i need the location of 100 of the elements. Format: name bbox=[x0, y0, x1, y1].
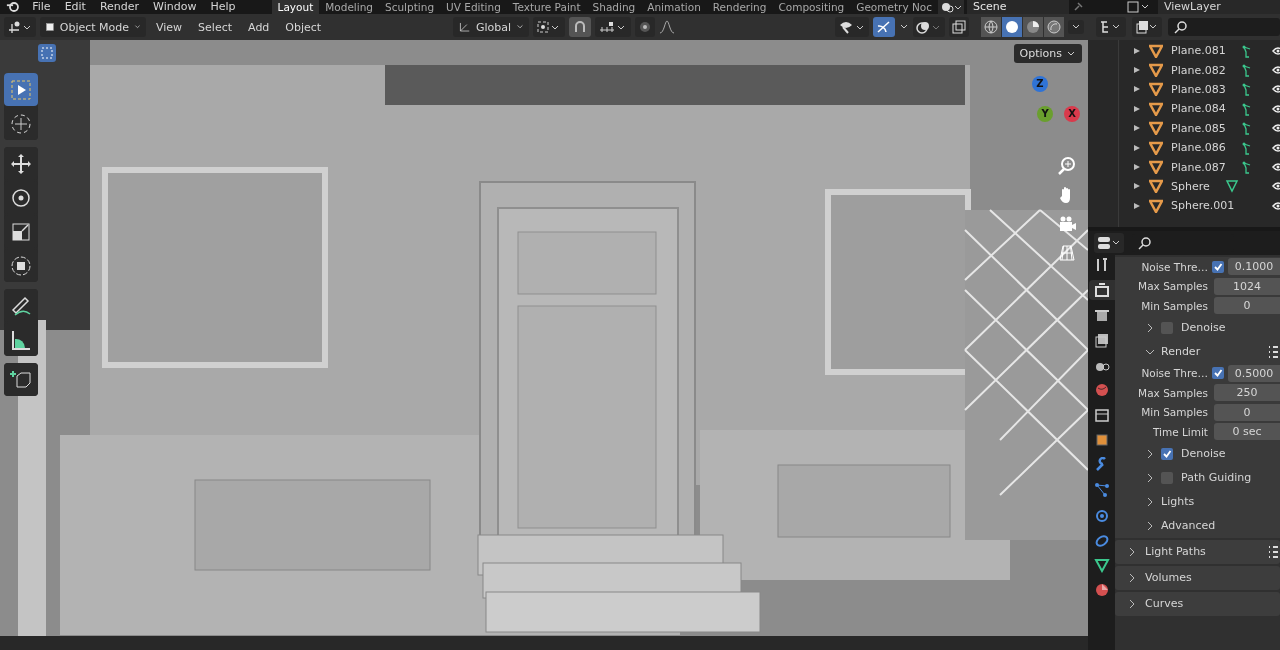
number-field[interactable]: 0 sec bbox=[1214, 423, 1280, 441]
eye-icon[interactable] bbox=[1272, 142, 1280, 153]
outliner-item[interactable]: Plane.081 bbox=[1171, 44, 1233, 58]
eye-icon[interactable] bbox=[1272, 45, 1280, 56]
outliner-item[interactable]: Plane.084 bbox=[1171, 102, 1233, 116]
number-field[interactable]: 250 bbox=[1214, 384, 1280, 402]
expand-chevron-icon[interactable] bbox=[1127, 598, 1137, 609]
number-field[interactable]: 1024 bbox=[1214, 277, 1280, 295]
pin-icon[interactable] bbox=[1072, 1, 1084, 13]
wireframe-shading-button[interactable] bbox=[981, 17, 1001, 37]
outliner-item[interactable]: Plane.085 bbox=[1171, 121, 1233, 135]
panel-title[interactable]: Volumes bbox=[1145, 571, 1192, 584]
workspace-tab[interactable]: Sculpting bbox=[379, 0, 441, 14]
snap-target-button[interactable] bbox=[595, 17, 632, 37]
gizmo-toggle[interactable] bbox=[873, 17, 895, 37]
outliner-item[interactable]: Sphere bbox=[1171, 179, 1233, 193]
eye-icon[interactable] bbox=[1272, 181, 1280, 192]
number-field[interactable]: 0.1000 bbox=[1228, 258, 1280, 276]
checkbox[interactable] bbox=[1161, 447, 1173, 460]
expand-arrow-icon[interactable] bbox=[1133, 201, 1141, 210]
expand-chevron-icon[interactable] bbox=[1145, 448, 1155, 459]
expand-arrow-icon[interactable] bbox=[1133, 46, 1141, 55]
expand-arrow-icon[interactable] bbox=[1133, 143, 1141, 152]
expand-arrow-icon[interactable] bbox=[1133, 104, 1141, 113]
panel-title[interactable]: Advanced bbox=[1161, 519, 1216, 532]
expand-chevron-icon[interactable] bbox=[1127, 572, 1137, 583]
material-shading-button[interactable] bbox=[1023, 17, 1043, 37]
expand-chevron-icon[interactable] bbox=[1145, 472, 1155, 483]
hook-icon[interactable] bbox=[1241, 121, 1253, 136]
caret-icon[interactable] bbox=[899, 23, 909, 31]
checkbox[interactable] bbox=[1212, 367, 1224, 380]
expand-chevron-icon[interactable] bbox=[1127, 546, 1137, 557]
header-menu[interactable]: View bbox=[150, 17, 189, 37]
menu-item[interactable]: Edit bbox=[62, 0, 88, 14]
expand-chevron-icon[interactable] bbox=[1145, 322, 1155, 333]
logo-icon[interactable] bbox=[6, 1, 21, 13]
outliner-item[interactable]: Plane.087 bbox=[1171, 160, 1233, 174]
checkbox[interactable] bbox=[1161, 471, 1173, 484]
options-dropdown[interactable]: Options bbox=[1013, 44, 1082, 63]
xray-toggle[interactable] bbox=[949, 17, 969, 37]
hook-icon[interactable] bbox=[1241, 82, 1253, 97]
workspace-tab[interactable]: Modeling bbox=[319, 0, 380, 14]
visibility-button[interactable] bbox=[835, 17, 869, 37]
falloff-icon[interactable] bbox=[659, 20, 676, 34]
expand-arrow-icon[interactable] bbox=[1133, 85, 1141, 94]
scene-selector[interactable] bbox=[938, 0, 964, 14]
workspace-tab[interactable]: Geometry Noc bbox=[850, 0, 938, 14]
expand-chevron-icon[interactable] bbox=[1145, 520, 1155, 531]
pivot-button[interactable] bbox=[533, 17, 566, 37]
editor-type-button[interactable] bbox=[1094, 233, 1124, 253]
number-field[interactable]: 0 bbox=[1214, 297, 1280, 315]
eye-icon[interactable] bbox=[1272, 84, 1280, 95]
expand-arrow-icon[interactable] bbox=[1133, 124, 1141, 133]
snap-toggle[interactable] bbox=[569, 17, 592, 37]
number-field[interactable]: 0.5000 bbox=[1228, 364, 1280, 382]
editor-type-button[interactable] bbox=[4, 17, 36, 37]
solid-shading-button[interactable] bbox=[1002, 17, 1022, 37]
eye-icon[interactable] bbox=[1272, 162, 1280, 173]
camera-icon[interactable] bbox=[1057, 214, 1077, 234]
panel-title[interactable]: Render bbox=[1161, 345, 1201, 358]
grid-icon[interactable] bbox=[1057, 243, 1077, 263]
shading-options-button[interactable] bbox=[1068, 20, 1084, 34]
mesh-data-icon[interactable] bbox=[1225, 179, 1239, 194]
eye-icon[interactable] bbox=[1272, 123, 1280, 134]
workspace-tab[interactable]: Texture Paint bbox=[506, 0, 587, 14]
display-mode-button[interactable] bbox=[1096, 17, 1126, 37]
panel-title[interactable]: Denoise bbox=[1181, 321, 1226, 334]
panel-title[interactable]: Curves bbox=[1145, 597, 1184, 610]
outliner-item[interactable]: Plane.082 bbox=[1171, 63, 1233, 77]
scene-field[interactable]: Scene bbox=[967, 0, 1069, 14]
orientation-dropdown[interactable]: Global bbox=[453, 17, 530, 37]
mode-dropdown[interactable]: Object Mode bbox=[40, 17, 146, 37]
panel-title[interactable]: Denoise bbox=[1181, 447, 1226, 460]
workspace-tab[interactable]: Compositing bbox=[772, 0, 851, 14]
hook-icon[interactable] bbox=[1241, 160, 1253, 175]
expand-arrow-icon[interactable] bbox=[1133, 66, 1141, 75]
overlays-menu-button[interactable] bbox=[913, 17, 945, 37]
checkbox[interactable] bbox=[1212, 260, 1224, 273]
eye-icon[interactable] bbox=[1272, 103, 1280, 114]
select-box-tool[interactable] bbox=[4, 73, 38, 106]
outliner-item[interactable]: Plane.086 bbox=[1171, 141, 1233, 155]
workspace-tab[interactable]: Rendering bbox=[706, 0, 773, 14]
search-field[interactable] bbox=[1168, 18, 1280, 36]
rendered-shading-button[interactable] bbox=[1044, 17, 1064, 37]
proportional-toggle[interactable] bbox=[635, 17, 656, 37]
filter-button[interactable] bbox=[1132, 17, 1162, 37]
menu-item[interactable]: Render bbox=[97, 0, 142, 14]
select-mode-button[interactable] bbox=[38, 44, 56, 62]
workspace-tab[interactable]: UV Editing bbox=[440, 0, 507, 14]
presets-icon[interactable] bbox=[1268, 544, 1278, 559]
presets-icon[interactable] bbox=[1268, 344, 1278, 359]
outliner-item[interactable]: Sphere.001 bbox=[1171, 199, 1233, 213]
number-field[interactable]: 0 bbox=[1214, 403, 1280, 421]
header-menu[interactable]: Select bbox=[192, 17, 239, 37]
checkbox[interactable] bbox=[1161, 321, 1173, 334]
workspace-tab[interactable]: Layout bbox=[271, 0, 320, 14]
menu-item[interactable]: File bbox=[30, 0, 53, 14]
cube-tool[interactable] bbox=[4, 363, 38, 396]
hook-icon[interactable] bbox=[1241, 140, 1253, 155]
header-menu[interactable]: Object bbox=[279, 17, 328, 37]
